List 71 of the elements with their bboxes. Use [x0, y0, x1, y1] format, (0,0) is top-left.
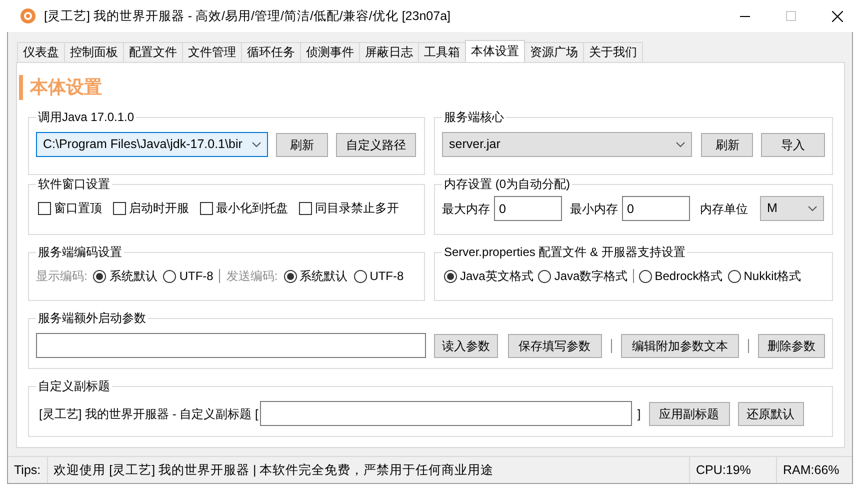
push-button[interactable]: 导入 [761, 132, 826, 156]
dropdown[interactable]: M [760, 196, 824, 221]
push-button[interactable]: 读入参数 [434, 334, 498, 358]
checkbox-label: 启动时开服 [129, 200, 189, 217]
group-title: 服务端编码设置 [37, 245, 123, 259]
radio-label: UTF-8 [179, 268, 214, 285]
text-field[interactable] [36, 333, 426, 358]
radio-button[interactable] [163, 270, 176, 282]
chevron-down-icon [808, 206, 817, 212]
maximize-icon [786, 11, 796, 21]
status-text: 欢迎使用 [灵工艺] 我的世界开服器 | 本软件完全免费，严禁用于任何商业用途 [46, 457, 689, 483]
app-logo-icon [20, 8, 36, 24]
push-button[interactable]: 删除参数 [758, 334, 825, 358]
push-button[interactable]: 自定义路径 [336, 132, 416, 156]
push-button[interactable]: 刷新 [276, 132, 328, 156]
push-button[interactable]: 保存填写参数 [508, 334, 602, 358]
text-field[interactable]: 0 [622, 196, 690, 221]
checkbox[interactable] [299, 202, 312, 214]
radio-button[interactable] [538, 270, 552, 282]
radio-button[interactable] [93, 270, 106, 282]
text-field[interactable] [260, 401, 632, 426]
group-title: 服务端核心 [443, 110, 505, 124]
field-label: 最大内存 [442, 200, 490, 218]
page-title: 本体设置 [19, 75, 833, 100]
checkbox[interactable] [200, 202, 213, 214]
push-button[interactable]: 编辑附加参数文本 [620, 334, 740, 358]
window-title: [灵工艺] 我的世界开服器 - 高效/易用/管理/简洁/低配/兼容/优化 [23n07a] [44, 8, 450, 25]
tab[interactable]: 关于我们 [583, 42, 643, 62]
radio-label: UTF-8 [370, 268, 404, 285]
field-label: ] [637, 406, 641, 422]
group-title: Server.properties 配置文件 & 开服器支持设置 [443, 245, 686, 259]
radio-button[interactable] [638, 270, 652, 282]
radio-button[interactable] [354, 270, 367, 282]
checkbox[interactable] [38, 202, 51, 214]
group-title: 软件窗口设置 [37, 177, 111, 191]
radio-label: 系统默认 [300, 268, 348, 285]
radio-button[interactable] [444, 270, 457, 282]
radio-button[interactable] [728, 270, 741, 282]
group-title: 服务端额外启动参数 [37, 311, 147, 325]
radio-label: Java数字格式 [554, 268, 628, 285]
dropdown[interactable]: server.jar [442, 132, 692, 157]
status-text: RAM:66% [776, 457, 852, 483]
field-label: 发送编码: [226, 268, 278, 285]
radio-label: Bedrock格式 [654, 268, 723, 285]
status-text: CPU:19% [689, 457, 776, 483]
chevron-down-icon [676, 142, 686, 148]
checkbox-label: 窗口置顶 [54, 200, 102, 217]
tab[interactable]: 仪表盘 [17, 42, 65, 62]
group-title: 内存设置 (0为自动分配) [443, 177, 571, 191]
push-button[interactable]: 应用副标题 [648, 402, 730, 426]
group-title: 自定义副标题 [37, 379, 111, 393]
dropdown[interactable]: C:\Program Files\Java\jdk-17.0.1\bir [36, 132, 268, 157]
checkbox-label: 同目录禁止多开 [315, 200, 399, 217]
checkbox[interactable] [113, 202, 126, 214]
text-field[interactable]: 0 [494, 196, 562, 221]
status-text: Tips: [13, 462, 42, 479]
tab[interactable]: 本体设置 [465, 40, 525, 62]
radio-label: Nukkit格式 [744, 268, 802, 285]
radio-button[interactable] [284, 270, 297, 282]
close-icon [832, 10, 842, 22]
field-label: [灵工艺] 我的世界开服器 - 自定义副标题 [ [39, 406, 258, 422]
checkbox-label: 最小化到托盘 [216, 200, 288, 217]
field-label: 最小内存 [570, 200, 618, 218]
radio-label: Java英文格式 [460, 268, 534, 285]
group-title: 调用Java 17.0.1.0 [37, 110, 136, 124]
chevron-down-icon [252, 142, 261, 148]
field-label: 内存单位 [700, 200, 748, 218]
push-button[interactable]: 还原默认 [738, 402, 804, 426]
field-label: 显示编码: [36, 268, 88, 285]
push-button[interactable]: 刷新 [701, 132, 754, 156]
radio-label: 系统默认 [109, 268, 158, 285]
